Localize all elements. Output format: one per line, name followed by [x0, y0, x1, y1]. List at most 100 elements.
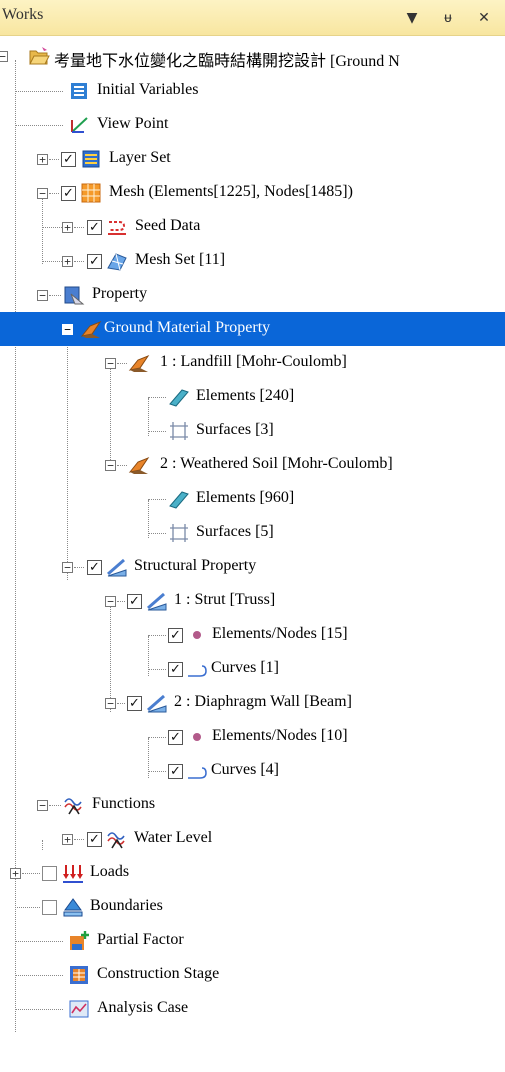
node-dot-icon	[193, 733, 201, 741]
tree-node-loads[interactable]: + Loads	[0, 856, 505, 890]
tree-line	[15, 975, 63, 976]
tree-node-mesh-set[interactable]: + ✓ Mesh Set [11]	[0, 244, 505, 278]
mesh-set-icon	[107, 253, 127, 271]
mesh-set-checkbox[interactable]: ✓	[87, 254, 102, 269]
layer-set-icon	[82, 150, 100, 168]
construction-stage-icon	[70, 966, 88, 984]
seed-data-icon	[108, 221, 126, 235]
tree-node-root[interactable]: − 考量地下水位變化之臨時結構開挖設計 [Ground N	[0, 40, 505, 74]
tree-node-functions[interactable]: − Functions	[0, 788, 505, 822]
tree-node-landfill[interactable]: − 1 : Landfill [Mohr-Coulomb]	[0, 346, 505, 380]
collapse-toggle[interactable]: −	[105, 596, 116, 607]
tree-node-diaphragm-wall[interactable]: − ✓ 2 : Diaphragm Wall [Beam]	[0, 686, 505, 720]
variables-icon	[71, 83, 87, 99]
tree-node-weathered-surfaces[interactable]: Surfaces [5]	[0, 516, 505, 550]
collapse-toggle[interactable]: −	[105, 460, 116, 471]
tree-node-wall-elements-nodes[interactable]: ✓ Elements/Nodes [10]	[0, 720, 505, 754]
partial-factor-icon	[70, 931, 89, 950]
tree-label: Analysis Case	[97, 999, 189, 1016]
collapse-toggle[interactable]: −	[37, 188, 48, 199]
tree-line	[74, 839, 84, 840]
tree-node-mesh[interactable]: − ✓ Mesh (Elements[1225], Nodes[1485])	[0, 176, 505, 210]
pin-button[interactable]: ᵾ	[438, 8, 458, 28]
tree-node-strut[interactable]: − ✓ 1 : Strut [Truss]	[0, 584, 505, 618]
tree-line	[117, 703, 125, 704]
tree-node-boundaries[interactable]: Boundaries	[0, 890, 505, 924]
element-icon	[169, 491, 189, 509]
tree-label: Surfaces [5]	[196, 523, 274, 540]
expand-toggle[interactable]: +	[62, 834, 73, 845]
tree-node-wall-curves[interactable]: ✓ Curves [4]	[0, 754, 505, 788]
tree-node-weathered-soil[interactable]: − 2 : Weathered Soil [Mohr-Coulomb]	[0, 448, 505, 482]
tree-node-landfill-elements[interactable]: Elements [240]	[0, 380, 505, 414]
expand-toggle[interactable]: +	[62, 256, 73, 267]
tree-node-partial-factor[interactable]: Partial Factor	[0, 924, 505, 958]
tree-node-analysis-case[interactable]: Analysis Case	[0, 992, 505, 1026]
strut-checkbox[interactable]: ✓	[127, 594, 142, 609]
collapse-toggle[interactable]: −	[105, 358, 116, 369]
tree-label: 2 : Weathered Soil [Mohr-Coulomb]	[160, 455, 393, 472]
boundaries-checkbox[interactable]	[42, 900, 57, 915]
mesh-checkbox[interactable]: ✓	[61, 186, 76, 201]
collapse-toggle[interactable]: −	[0, 51, 8, 62]
strut-elements-checkbox[interactable]: ✓	[168, 628, 183, 643]
tree-label: Curves [1]	[211, 659, 279, 676]
tree-node-initial-variables[interactable]: Initial Variables	[0, 74, 505, 108]
tree-line	[148, 533, 166, 534]
collapse-toggle[interactable]: −	[105, 698, 116, 709]
tree-node-seed-data[interactable]: + ✓ Seed Data	[0, 210, 505, 244]
structural-property-checkbox[interactable]: ✓	[87, 560, 102, 575]
works-panel-header: Works ▼ ᵾ ✕	[0, 0, 505, 36]
close-button[interactable]: ✕	[474, 8, 494, 28]
layer-set-checkbox[interactable]: ✓	[61, 152, 76, 167]
tree-node-ground-material-property[interactable]: − Ground Material Property	[0, 312, 505, 346]
tree-node-landfill-surfaces[interactable]: Surfaces [3]	[0, 414, 505, 448]
tree-label: Elements/Nodes [15]	[212, 625, 348, 642]
tree-node-strut-curves[interactable]: ✓ Curves [1]	[0, 652, 505, 686]
tree-node-water-level[interactable]: + ✓ Water Level	[0, 822, 505, 856]
tree-node-structural-property[interactable]: − ✓ Structural Property	[0, 550, 505, 584]
collapse-toggle[interactable]: −	[37, 800, 48, 811]
tree-label: Initial Variables	[97, 81, 199, 98]
structural-icon	[107, 558, 127, 577]
diaphragm-wall-checkbox[interactable]: ✓	[127, 696, 142, 711]
dropdown-button[interactable]: ▼	[402, 8, 422, 28]
tree-line	[15, 941, 63, 942]
tree-node-weathered-elements[interactable]: Elements [960]	[0, 482, 505, 516]
tree-node-strut-elements-nodes[interactable]: ✓ Elements/Nodes [15]	[0, 618, 505, 652]
tree-line	[148, 737, 166, 738]
expand-toggle[interactable]: +	[62, 222, 73, 233]
tree-line	[117, 601, 125, 602]
function-icon	[64, 798, 82, 815]
tree-line	[42, 227, 62, 228]
works-tree: − 考量地下水位變化之臨時結構開挖設計 [Ground N Initial Va…	[0, 40, 505, 1070]
wall-curves-checkbox[interactable]: ✓	[168, 764, 183, 779]
wall-elements-checkbox[interactable]: ✓	[168, 730, 183, 745]
property-icon	[64, 286, 85, 305]
tree-label: Mesh Set [11]	[135, 251, 226, 268]
tree-line	[42, 261, 62, 262]
collapse-toggle[interactable]: −	[62, 324, 73, 335]
tree-node-view-point[interactable]: View Point	[0, 108, 505, 142]
tree-line	[148, 397, 166, 398]
tree-label: Water Level	[134, 829, 213, 846]
collapse-toggle[interactable]: −	[37, 290, 48, 301]
analysis-case-icon	[69, 1000, 89, 1018]
tree-line	[74, 227, 84, 228]
tree-line	[148, 771, 166, 772]
tree-node-layer-set[interactable]: + ✓ Layer Set	[0, 142, 505, 176]
loads-checkbox[interactable]	[42, 866, 57, 881]
strut-curves-checkbox[interactable]: ✓	[168, 662, 183, 677]
tree-label: View Point	[97, 115, 169, 132]
tree-node-property[interactable]: − Property	[0, 278, 505, 312]
collapse-toggle[interactable]: −	[62, 562, 73, 573]
tree-line	[117, 363, 127, 364]
expand-toggle[interactable]: +	[10, 868, 21, 879]
tree-label: Elements [960]	[196, 489, 295, 506]
tree-line	[49, 295, 61, 296]
tree-node-construction-stage[interactable]: Construction Stage	[0, 958, 505, 992]
seed-data-checkbox[interactable]: ✓	[87, 220, 102, 235]
water-level-checkbox[interactable]: ✓	[87, 832, 102, 847]
tree-label: Boundaries	[90, 897, 163, 914]
expand-toggle[interactable]: +	[37, 154, 48, 165]
